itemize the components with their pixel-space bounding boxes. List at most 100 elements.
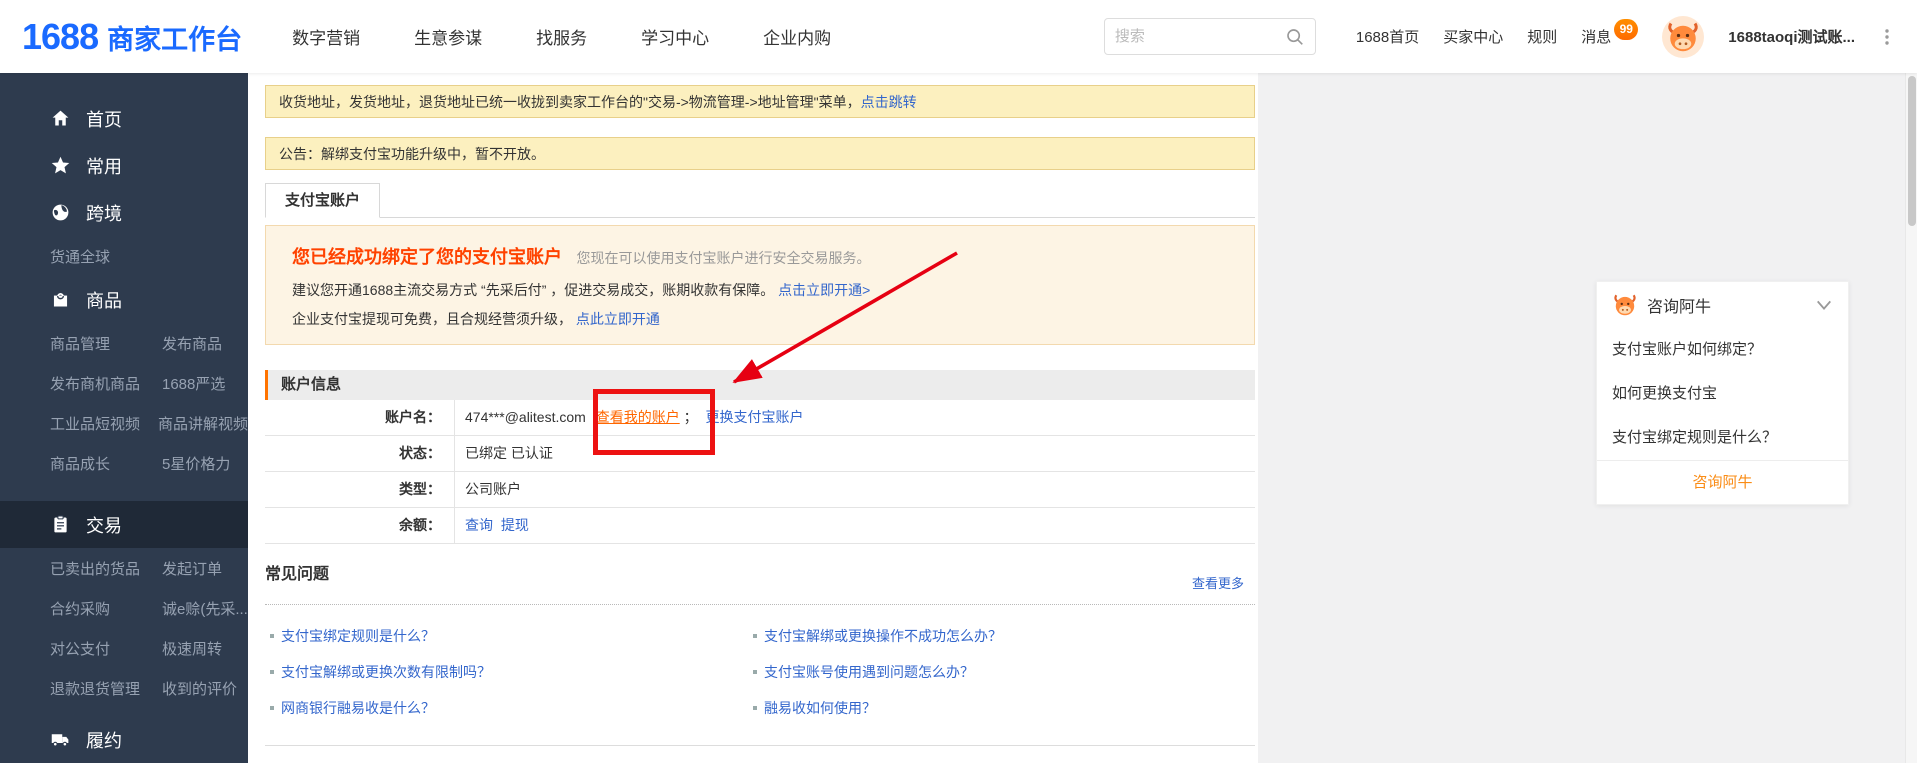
nav-enterprise-purchase[interactable]: 企业内购 xyxy=(763,24,831,49)
bullet-icon xyxy=(753,670,757,674)
sidebar-sub-publish-opportunity[interactable]: 发布商机商品 xyxy=(50,373,162,394)
sidebar-item-goods[interactable]: 商品 xyxy=(0,276,248,323)
link-rules[interactable]: 规则 xyxy=(1527,26,1557,47)
sidebar-sub-fast-turnover[interactable]: 极速周转 xyxy=(162,638,222,659)
tab-alipay-account[interactable]: 支付宝账户 xyxy=(265,183,381,218)
star-icon xyxy=(50,155,71,176)
sidebar-sub-refund-manage[interactable]: 退款退货管理 xyxy=(50,678,162,699)
type-value: 公司账户 xyxy=(465,481,521,497)
avatar[interactable] xyxy=(1662,15,1705,58)
section-divider xyxy=(265,745,1255,746)
sidebar-sub-5star-price[interactable]: 5星价格力 xyxy=(162,453,230,474)
faq-link[interactable]: 支付宝解绑或更换次数有限制吗？ xyxy=(270,662,491,682)
enterprise-upgrade-text: 企业支付宝提现可免费，且合规经营须升级， xyxy=(292,311,572,327)
bind-success-subtitle: 您现在可以使用支付宝账户进行安全交易服务。 xyxy=(576,250,871,266)
sidebar-sub-goods-growth[interactable]: 商品成长 xyxy=(50,453,162,474)
sidebar-item-home[interactable]: 首页 xyxy=(0,95,248,142)
consult-question-change[interactable]: 如何更换支付宝 xyxy=(1597,372,1848,416)
open-now-link[interactable]: 点击立即开通> xyxy=(778,282,870,298)
suggest-open-text: 建议您开通1688主流交易方式 “先采后付” ，促进交易成交，账期收款有保障。 xyxy=(292,282,775,298)
separator-text: ； xyxy=(683,409,698,425)
sidebar-sub-row: 已卖出的货品 发起订单 xyxy=(0,548,248,588)
nav-find-services[interactable]: 找服务 xyxy=(536,24,587,49)
faq-view-more-link[interactable]: 查看更多 xyxy=(1192,573,1244,592)
logo[interactable]: 1688 商家工作台 xyxy=(22,16,242,58)
bag-icon xyxy=(50,289,71,310)
scrollbar-thumb[interactable] xyxy=(1908,76,1916,226)
sidebar-sub-create-order[interactable]: 发起订单 xyxy=(162,558,222,579)
sidebar-sub-row: 合约采购 诚e赊(先采... xyxy=(0,588,248,628)
table-row-status: 状态： 已绑定 已认证 xyxy=(265,436,1255,472)
bullet-icon xyxy=(270,670,274,674)
consult-footer-link[interactable]: 咨询阿牛 xyxy=(1597,460,1848,504)
upgrade-now-link[interactable]: 点此立即开通 xyxy=(576,311,660,327)
sidebar-sub-row: 货通全球 xyxy=(0,236,248,276)
consult-header[interactable]: 咨询阿牛 xyxy=(1597,282,1848,328)
bullet-icon xyxy=(270,634,274,638)
sidebar-sub-industrial-video[interactable]: 工业品短视频 xyxy=(50,413,158,434)
sidebar-sub-goods-explain-video[interactable]: 商品讲解视频 xyxy=(158,413,248,434)
account-name-value: 474***@alitest.com xyxy=(465,409,586,425)
faq-title: 常见问题 xyxy=(265,566,330,583)
nav-learning-center[interactable]: 学习中心 xyxy=(641,24,709,49)
sidebar-label: 商品 xyxy=(86,290,122,311)
faq-link[interactable]: 融易收如何使用？ xyxy=(753,698,876,718)
balance-label: 余额： xyxy=(265,508,455,543)
nav-digital-marketing[interactable]: 数字营销 xyxy=(292,24,360,49)
sidebar-sub-contract-purchase[interactable]: 合约采购 xyxy=(50,598,162,619)
sidebar-sub-received-reviews[interactable]: 收到的评价 xyxy=(162,678,237,699)
faq-link[interactable]: 支付宝账号使用遇到问题怎么办？ xyxy=(753,662,974,682)
view-my-account-link[interactable]: 查看我的账户 xyxy=(596,409,680,425)
consult-question-rules[interactable]: 支付宝绑定规则是什么？ xyxy=(1597,416,1848,460)
address-notice-jump-link[interactable]: 点击跳转 xyxy=(861,92,917,112)
top-nav: 数字营销 生意参谋 找服务 学习中心 企业内购 xyxy=(292,24,831,49)
sidebar-sub-publish-goods[interactable]: 发布商品 xyxy=(162,333,222,354)
sidebar-label: 跨境 xyxy=(86,203,122,224)
bull-avatar-icon xyxy=(1668,22,1698,51)
clipboard-icon xyxy=(50,514,71,535)
faq-list: 支付宝绑定规则是什么？ 支付宝解绑或更换操作不成功怎么办？ 支付宝解绑或更换次数… xyxy=(270,618,1245,726)
faq-link[interactable]: 支付宝绑定规则是什么？ xyxy=(270,626,435,646)
sidebar-item-crossborder[interactable]: 跨境 xyxy=(0,189,248,236)
sidebar-item-favorites[interactable]: 常用 xyxy=(0,142,248,189)
address-notice-text: 收货地址，发货地址，退货地址已统一收拢到卖家工作台的"交易->物流管理->地址管… xyxy=(279,93,861,110)
scrollbar-track[interactable] xyxy=(1905,73,1917,763)
search-box[interactable] xyxy=(1103,18,1316,55)
bullet-icon xyxy=(753,634,757,638)
balance-query-link[interactable]: 查询 xyxy=(465,517,493,533)
sidebar-sub-cheng-e-credit[interactable]: 诚e赊(先采... xyxy=(162,598,248,619)
sidebar-sub-goods-manage[interactable]: 商品管理 xyxy=(50,333,162,354)
address-notice-bar: 收货地址，发货地址，退货地址已统一收拢到卖家工作台的"交易->物流管理->地址管… xyxy=(265,85,1255,118)
sidebar-sub-1688-select[interactable]: 1688严选 xyxy=(162,373,225,394)
sidebar-item-fulfillment[interactable]: 履约 xyxy=(0,716,248,763)
account-name[interactable]: 1688taoqi测试账... xyxy=(1728,26,1855,47)
search-icon[interactable] xyxy=(1285,27,1305,47)
chevron-down-icon[interactable] xyxy=(1815,298,1833,312)
sidebar-label: 常用 xyxy=(86,156,122,177)
faq-link[interactable]: 支付宝解绑或更换操作不成功怎么办？ xyxy=(753,626,1002,646)
nav-business-advisor[interactable]: 生意参谋 xyxy=(414,24,482,49)
bullet-icon xyxy=(753,706,757,710)
status-label: 状态： xyxy=(265,436,455,471)
home-icon xyxy=(50,108,71,129)
sidebar-sub-row: 发布商机商品 1688严选 xyxy=(0,363,248,403)
link-buyer-center[interactable]: 买家中心 xyxy=(1443,26,1503,47)
header-right: 1688首页 买家中心 规则 消息 99 1688taoqi测试账... xyxy=(1356,15,1895,58)
sidebar-item-trade[interactable]: 交易 xyxy=(0,501,248,548)
more-menu-icon[interactable] xyxy=(1879,26,1895,48)
logo-workbench-text: 商家工作台 xyxy=(107,24,243,55)
bind-success-title: 您已经成功绑定了您的支付宝账户 xyxy=(292,247,562,267)
messages-link[interactable]: 消息 99 xyxy=(1581,19,1639,47)
consult-question-bind[interactable]: 支付宝账户如何绑定？ xyxy=(1597,328,1848,372)
balance-withdraw-link[interactable]: 提现 xyxy=(501,517,529,533)
main-content: 收货地址，发货地址，退货地址已统一收拢到卖家工作台的"交易->物流管理->地址管… xyxy=(248,73,1258,763)
sidebar-sub-sold-goods[interactable]: 已卖出的货品 xyxy=(50,558,162,579)
sidebar-sub-corporate-pay[interactable]: 对公支付 xyxy=(50,638,162,659)
change-alipay-link[interactable]: 更换支付宝账户 xyxy=(706,409,804,425)
link-1688-home[interactable]: 1688首页 xyxy=(1356,26,1419,47)
account-info-table: 账户名： 474***@alitest.com 查看我的账户 ； 更换支付宝账户… xyxy=(265,400,1255,544)
search-input[interactable] xyxy=(1114,28,1285,45)
faq-link[interactable]: 网商银行融易收是什么？ xyxy=(270,698,435,718)
sidebar-sub-global-goods[interactable]: 货通全球 xyxy=(50,246,162,267)
sidebar-label: 交易 xyxy=(86,515,122,536)
